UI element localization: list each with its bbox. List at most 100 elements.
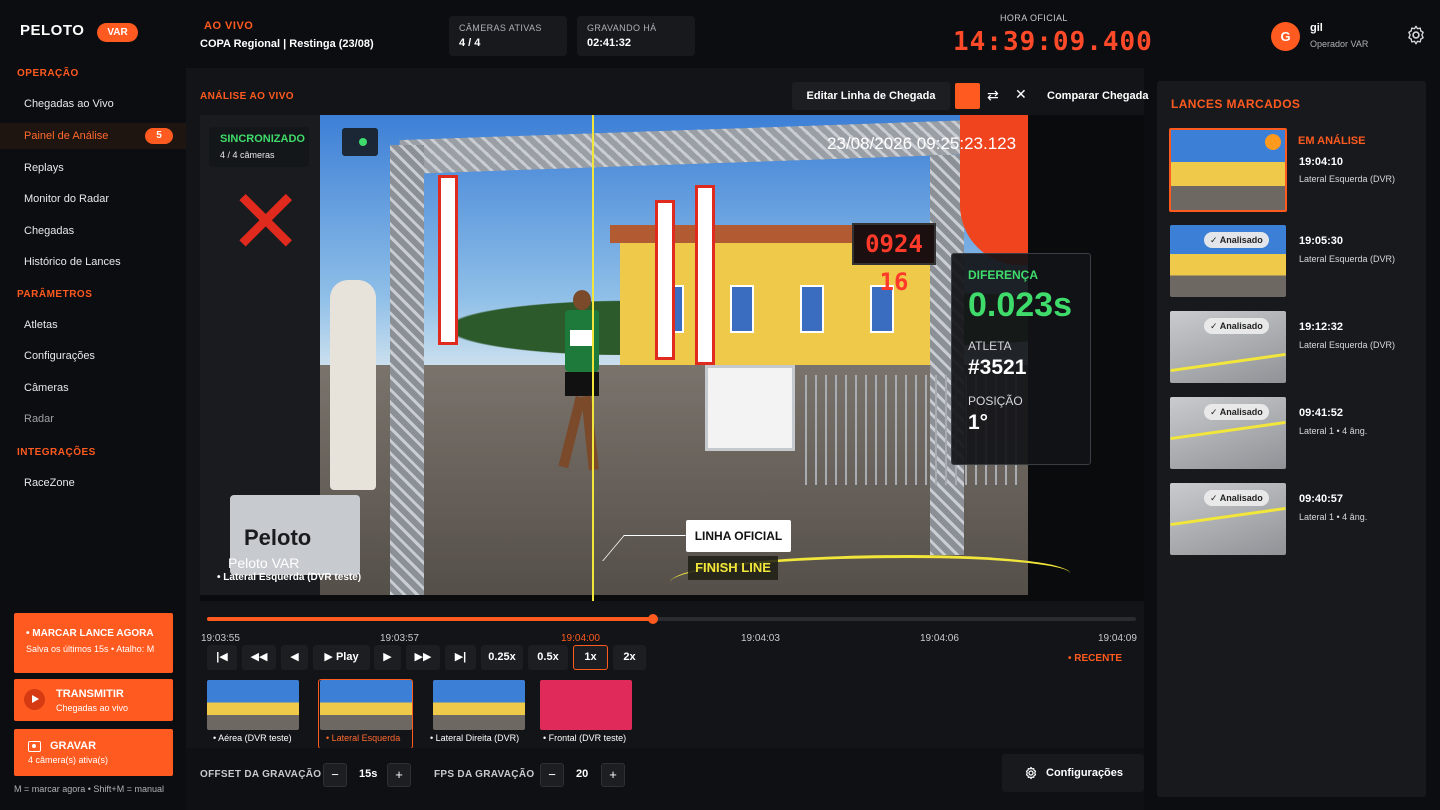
play-button[interactable]: ▶ Play [313,645,370,670]
runner-bib [570,330,594,346]
timeline-scrubber[interactable] [207,614,1136,624]
sidebar-item-chegadas[interactable]: Chegadas [0,218,186,244]
timeline-tick: 19:03:55 [201,633,240,644]
close-icon[interactable]: ✕ [1015,86,1027,103]
user-avatar[interactable]: G [1271,22,1300,51]
difference-card: DIFERENÇA 0.023s ATLETA #3521 POSIÇÃO 1° [951,253,1091,465]
camera-thumb-frontal[interactable] [540,680,632,730]
analyzed-badge: ✓ Analisado [1204,404,1269,420]
sidebar-item-atletas[interactable]: Atletas [0,312,186,338]
live-label: AO VIVO [204,20,254,32]
settings-button-label: Configurações [1046,767,1124,779]
official-time-label: HORA OFICIAL [1000,13,1068,23]
sidebar-item-radar[interactable]: Radar [0,406,186,432]
sidebar-section-operacao: OPERAÇÃO [17,68,79,79]
sidebar-item-replays[interactable]: Replays [0,155,186,181]
edit-finish-line-button[interactable]: Editar Linha de Chegada [792,82,950,110]
sidebar-item-historico-de-lances[interactable]: Histórico de Lances [0,249,186,275]
sidebar-item-chegadas-ao-vivo[interactable]: Chegadas ao Vivo [0,91,186,117]
speed-1x-button[interactable]: 1x [573,645,608,670]
skip-to-start-button[interactable]: |◀ [207,645,237,670]
camera-thumb-lateral-direita[interactable] [433,680,525,730]
speed-2x-button[interactable]: 2x [613,645,646,670]
marked-play-thumb[interactable]: ✓ Analisado [1170,225,1286,297]
scene-banner [655,200,675,360]
athlete-value: #3521 [968,356,1027,379]
recent-indicator[interactable]: • RECENTE [1068,653,1122,664]
sidebar-item-configuracoes[interactable]: Configurações [0,343,186,369]
fps-decrease-button[interactable]: − [540,763,564,787]
marked-play-thumb[interactable] [1169,128,1287,212]
timeline-tick: 19:04:03 [741,633,780,644]
position-value: 1° [968,411,989,434]
sidebar-section-integracoes: INTEGRAÇÕES [17,447,96,458]
in-analysis-icon [1265,134,1281,150]
fps-increase-button[interactable]: + [601,763,625,787]
fps-value: 20 [576,768,589,780]
swap-icon[interactable]: ⇄ [987,87,999,104]
record-title: GRAVAR [50,740,97,752]
fast-forward-button[interactable]: ▶▶ [406,645,440,670]
difference-value: 0.023s [968,286,1072,324]
video-camera-label: • Lateral Esquerda (DVR teste) [217,572,362,583]
marked-play-thumb[interactable]: ✓ Analisado [1170,311,1286,383]
finish-arch-post [390,145,424,595]
line-color-swatch[interactable] [955,83,980,109]
sidebar-item-monitor-do-radar[interactable]: Monitor do Radar [0,186,186,212]
user-name: gil [1310,22,1323,34]
analysis-count-badge: 5 [145,128,173,144]
compare-finish-button[interactable]: Comparar Chegada [1047,90,1148,102]
record-button[interactable]: GRAVAR 4 câmera(s) ativa(s) [14,729,173,776]
record-camera-icon [28,741,41,752]
scene-sponsor-sign [705,365,795,451]
rewind-button[interactable]: ◀◀ [242,645,276,670]
runner-head [573,290,591,310]
official-finish-line[interactable] [592,115,594,601]
video-frame: 0924 16 ✕ Peloto [200,115,1028,595]
camera-thumb-label-selected: • Lateral Esquerda [326,733,401,743]
offset-decrease-button[interactable]: − [323,763,347,787]
marked-play-time: 19:12:32 [1299,321,1344,333]
athlete-label: ATLETA [968,339,1012,353]
transmit-title: TRANSMITIR [56,688,124,700]
transmit-button[interactable]: TRANSMITIR Chegadas ao vivo [14,679,173,721]
peloto-box-logo: Peloto [244,525,312,550]
var-badge: VAR [97,23,138,42]
skip-to-end-button[interactable]: ▶| [445,645,476,670]
settings-gear-icon[interactable] [1405,24,1427,46]
marked-play-status: EM ANÁLISE [1298,135,1366,147]
timeline-progress [207,617,653,621]
offset-increase-button[interactable]: + [387,763,411,787]
sidebar-item-cameras[interactable]: Câmeras [0,375,186,401]
offset-label: OFFSET DA GRAVAÇÃO [200,769,322,780]
speed-0.25x-button[interactable]: 0.25x [481,645,523,670]
live-video-view[interactable]: 0924 16 ✕ Peloto 23/08/2026 09:25:23.123… [200,115,1144,601]
settings-button[interactable]: Configurações [1002,754,1144,792]
step-forward-button[interactable]: ▶ [374,645,401,670]
mark-play-now-button[interactable]: • MARCAR LANCE AGORA Salva os últimos 15… [14,613,173,673]
marked-play-camera: Lateral 1 • 4 âng. [1299,512,1368,522]
sidebar-item-racezone[interactable]: RaceZone [0,470,186,496]
marked-play-thumb[interactable]: ✓ Analisado [1170,483,1286,555]
analyzed-badge: ✓ Analisado [1204,490,1269,506]
user-role: Operador VAR [1310,39,1369,49]
sidebar-item-painel-de-analise[interactable]: Painel de Análise 5 [0,123,186,149]
step-back-button[interactable]: ◀ [281,645,308,670]
gear-icon [1025,766,1037,780]
runner-leg [581,395,599,471]
mark-play-title: • MARCAR LANCE AGORA [26,628,154,639]
camera-thumb-aerea[interactable] [207,680,299,730]
sidebar-section-parametros: PARÂMETROS [17,289,93,300]
recording-time-label: GRAVANDO HÁ [587,23,657,33]
timeline-tick: 19:03:57 [380,633,419,644]
speed-0.5x-button[interactable]: 0.5x [528,645,568,670]
camera-thumb-lateral-esquerda[interactable] [320,680,412,730]
active-cameras-stat: CÂMERAS ATIVAS 4 / 4 [449,16,567,56]
marked-play-time: 09:40:57 [1299,493,1344,505]
panel-title: ANÁLISE AO VIVO [200,91,294,102]
sync-indicator-icon [342,128,378,156]
marked-play-thumb[interactable]: ✓ Analisado [1170,397,1286,469]
timeline-tick: 19:04:09 [1098,633,1137,644]
timeline-handle[interactable] [647,614,658,624]
mark-play-subtitle: Salva os últimos 15s • Atalho: M [26,644,155,654]
